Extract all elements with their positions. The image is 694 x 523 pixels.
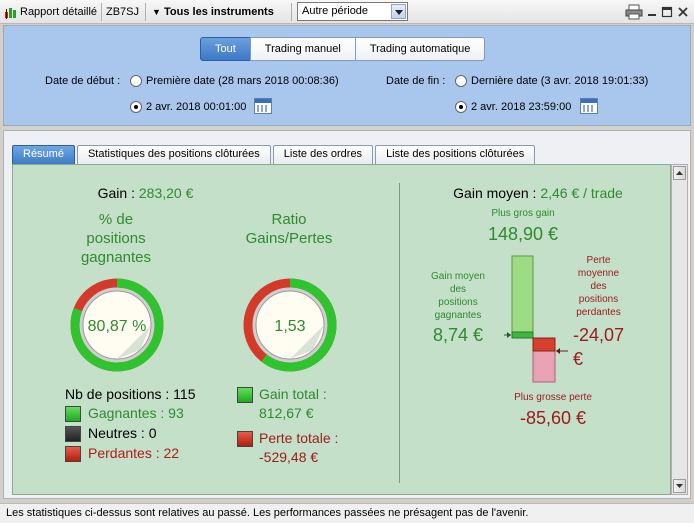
loss-total-label: Perte totale : <box>259 430 339 446</box>
win-pct-title: % de positions gagnantes <box>60 210 172 267</box>
end-last-label[interactable]: Dernière date (3 avr. 2018 19:01:33) <box>471 75 648 87</box>
tab-closed-stats[interactable]: Statistiques des positions clôturées <box>76 145 271 164</box>
minimize-icon[interactable] <box>645 5 659 19</box>
scroll-up-button[interactable] <box>673 166 686 180</box>
loss-total-value: -529,48 € <box>259 449 319 465</box>
period-select[interactable]: Autre période <box>297 2 408 21</box>
ratio-title: Ratio Gains/Pertes <box>233 210 345 248</box>
avg-loss-label: Perte moyenne des positions perdantes <box>561 254 636 319</box>
chart-icon <box>5 8 16 19</box>
biggest-gain-label: Plus gros gain <box>491 208 555 219</box>
neutral-count: Neutres : 0 <box>88 425 157 441</box>
chevron-up-icon <box>676 171 683 175</box>
avg-loss-label-line: moyenne <box>577 268 620 279</box>
biggest-gain-bar <box>511 255 534 339</box>
win-pct-title-line: % de <box>98 211 134 228</box>
biggest-gain-value: 148,90 € <box>487 224 559 244</box>
trade-type-segmented-control: Tout Trading manuel Trading automatique <box>200 37 486 61</box>
winners-swatch <box>65 406 81 422</box>
avg-loss-label-line: perdantes <box>576 307 621 318</box>
end-date-label: Date de fin : <box>386 75 446 87</box>
end-last-radio[interactable] <box>455 75 467 87</box>
positions-count: Nb de positions : 115 <box>65 386 196 402</box>
avg-gain-bar <box>511 331 534 339</box>
restore-icon[interactable] <box>660 5 674 19</box>
period-select-value: Autre période <box>302 5 369 17</box>
win-pct-donut: 80,87 % <box>70 278 164 372</box>
account-label[interactable]: ZB7SJ <box>106 4 139 21</box>
toolbar-separator <box>145 3 146 21</box>
start-first-radio[interactable] <box>130 75 142 87</box>
chevron-down-icon <box>676 484 683 488</box>
calendar-icon[interactable] <box>254 98 272 114</box>
average-gain-label: Gain moyen : <box>453 185 537 201</box>
gain-total-swatch <box>237 387 253 403</box>
winners-count: Gagnantes : 93 <box>88 405 184 421</box>
end-custom-radio[interactable] <box>455 101 467 113</box>
vertical-scrollbar[interactable] <box>671 164 688 495</box>
printer-icon[interactable] <box>625 4 643 20</box>
arrow-right-icon <box>507 332 511 338</box>
gain-header: Gain : 283,20 € <box>13 185 278 201</box>
tab-closed-positions[interactable]: Liste des positions clôturées <box>375 145 536 164</box>
gain-value: 283,20 € <box>138 185 194 201</box>
instruments-dropdown[interactable]: Tous les instruments <box>164 4 274 21</box>
average-gain-value: 2,46 € / trade <box>540 185 623 201</box>
segment-manual[interactable]: Trading manuel <box>249 37 356 61</box>
losers-swatch <box>65 446 81 462</box>
dropdown-arrow-icon: ▼ <box>152 7 161 17</box>
end-custom-date[interactable]: 2 avr. 2018 23:59:00 <box>471 101 571 113</box>
avg-loss-bar <box>532 337 556 352</box>
scroll-down-button[interactable] <box>673 479 686 493</box>
summary-panel: Gain : 283,20 € % de positions gagnantes… <box>12 164 671 495</box>
toolbar-separator <box>291 3 292 21</box>
report-button[interactable]: Rapport détaillé <box>20 4 97 21</box>
biggest-loss-label: Plus grosse perte <box>514 392 592 403</box>
close-icon[interactable] <box>676 5 690 19</box>
gain-total-value: 812,67 € <box>259 405 314 421</box>
avg-loss-label-line: positions <box>578 294 619 305</box>
gain-total-label: Gain total : <box>259 386 327 402</box>
toolbar: Rapport détaillé ZB7SJ ▼ Tous les instru… <box>0 0 694 24</box>
win-pct-title-line: positions <box>86 230 146 247</box>
start-date-label: Date de début : <box>45 75 121 87</box>
win-pct-title-line: gagnantes <box>80 249 152 266</box>
avg-loss-label-line: Perte <box>586 255 611 266</box>
chevron-down-icon[interactable] <box>391 4 406 19</box>
avg-loss-currency: € <box>573 349 584 369</box>
ratio-value: 1,53 <box>274 318 305 335</box>
avg-loss-value: -24,07 <box>573 325 625 345</box>
start-custom-radio[interactable] <box>130 101 142 113</box>
calendar-icon[interactable] <box>580 98 598 114</box>
arrow-left-icon <box>556 348 560 354</box>
biggest-loss-value: -85,60 € <box>519 408 587 428</box>
toolbar-separator <box>101 3 102 21</box>
neutral-swatch <box>65 426 81 442</box>
ratio-title-line: Gains/Pertes <box>245 230 333 247</box>
average-gain-header: Gain moyen : 2,46 € / trade <box>413 185 663 201</box>
ratio-title-line: Ratio <box>271 211 307 228</box>
ratio-donut: 1,53 <box>243 278 337 372</box>
avg-loss-label-line: des <box>590 281 607 292</box>
tab-summary[interactable]: Résumé <box>12 145 75 164</box>
win-pct-value: 80,87 % <box>88 318 147 335</box>
report-area: Résumé Statistiques des positions clôtur… <box>3 130 691 499</box>
start-first-label[interactable]: Première date (28 mars 2018 00:08:36) <box>146 75 339 87</box>
report-tabs: Résumé Statistiques des positions clôtur… <box>12 145 537 164</box>
section-divider <box>399 183 400 483</box>
gain-label: Gain : <box>97 185 135 201</box>
filter-panel: Tout Trading manuel Trading automatique … <box>3 25 691 126</box>
start-custom-date[interactable]: 2 avr. 2018 00:01:00 <box>146 101 246 113</box>
losers-count: Perdantes : 22 <box>88 445 180 461</box>
disclaimer-footer: Les statistiques ci-dessus sont relative… <box>0 503 694 523</box>
segment-automatic[interactable]: Trading automatique <box>354 37 486 61</box>
segment-all[interactable]: Tout <box>200 37 251 61</box>
tab-orders[interactable]: Liste des ordres <box>272 145 374 164</box>
loss-total-swatch <box>237 431 253 447</box>
